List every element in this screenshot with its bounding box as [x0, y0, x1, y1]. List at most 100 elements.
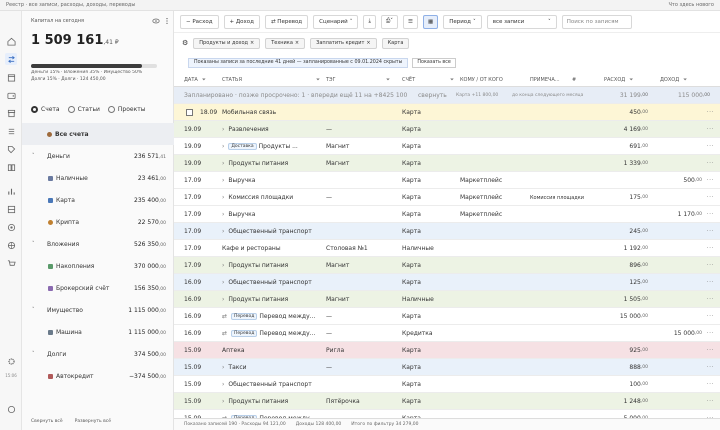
filter-settings-icon[interactable]: ⚙ — [182, 39, 188, 47]
expand-icon[interactable]: › — [222, 211, 224, 218]
table-row[interactable]: 15.09 Аптека Ригла Карта 925,00 ··· — [174, 342, 720, 359]
eye-icon[interactable] — [152, 17, 160, 25]
col-article[interactable]: СТАТЬЯ — [222, 73, 242, 87]
tag-icon[interactable] — [5, 143, 17, 155]
table-row[interactable]: 17.09 Кафе и рестораны Столовая №1 Наличные… — [174, 240, 720, 257]
radio-accounts[interactable]: Счета — [31, 106, 60, 113]
filter-chip-products[interactable]: Продукты и доход × — [193, 37, 261, 49]
row-menu-icon[interactable]: ··· — [707, 308, 714, 325]
table-row[interactable]: 16.09 ⇄ Перевод Перевод между... — Кредитка 15… — [174, 325, 720, 342]
row-menu-icon[interactable]: ··· — [707, 121, 714, 138]
planned-summary-row[interactable]: Запланировано · позже просрочено: 1 · вп… — [174, 87, 720, 104]
chevron-down-icon[interactable]: ˅ — [32, 351, 35, 357]
col-hash[interactable]: # — [572, 73, 576, 87]
sidebar-item-0[interactable]: Все счета — [22, 123, 174, 145]
table-row[interactable]: 19.09 › Развлечения — Карта 4 169,00 ··· — [174, 121, 720, 138]
scenario-button[interactable]: Сценарий ˅ — [313, 14, 359, 29]
list-view-icon[interactable]: ☰ — [403, 14, 418, 29]
expand-icon[interactable]: ⇄ — [222, 313, 227, 320]
download-icon[interactable]: ⤓ — [363, 14, 376, 29]
table-row[interactable]: 17.09 › Общественный транспорт Карта 245,00 ·… — [174, 223, 720, 240]
whats-new-link[interactable]: Что здесь нового — [669, 2, 715, 8]
expand-icon[interactable]: › — [222, 364, 224, 371]
list-icon[interactable] — [5, 125, 17, 137]
expand-icon[interactable]: › — [222, 126, 224, 133]
row-menu-icon[interactable]: ··· — [707, 138, 714, 155]
period-button[interactable]: Период ˅ — [443, 14, 482, 29]
col-article-filter[interactable]: ⏷ — [312, 73, 320, 87]
col-income[interactable]: ДОХОД ⏷ — [660, 73, 687, 87]
chevron-down-icon[interactable]: ˅ — [32, 241, 35, 247]
row-menu-icon[interactable]: ··· — [707, 359, 714, 376]
search-input[interactable]: Поиск по записям — [561, 14, 632, 29]
calendar-icon[interactable] — [5, 71, 17, 83]
filter-chip-card[interactable]: Карта — [381, 37, 410, 49]
add-expense-button[interactable]: − Расход — [180, 14, 219, 29]
radio-articles[interactable]: Статьи — [67, 106, 100, 113]
collapse-all-link[interactable]: Свернуть всё — [31, 419, 63, 424]
table-row[interactable]: 19.09 › Продукты питания Магнит Карта 1 339,0… — [174, 155, 720, 172]
transactions-icon[interactable] — [5, 53, 17, 65]
wallet-icon[interactable] — [5, 89, 17, 101]
row-menu-icon[interactable]: ··· — [707, 274, 714, 291]
target-icon[interactable] — [5, 221, 17, 233]
expand-icon[interactable]: ⇄ — [222, 330, 227, 337]
expand-icon[interactable]: › — [222, 177, 224, 184]
sidebar-item-11[interactable]: Автокредит −374 500,00 — [22, 365, 174, 387]
chevron-down-icon[interactable]: ˅ — [32, 153, 35, 159]
sidebar-item-9[interactable]: Машина 1 115 000,00 — [22, 321, 174, 343]
add-transfer-button[interactable]: ⇄ Перевод — [264, 14, 309, 29]
expand-icon[interactable]: › — [222, 296, 224, 303]
sidebar-item-7[interactable]: Брокерский счёт 156 350,00 — [22, 277, 174, 299]
table-row[interactable]: 16.09 › Продукты питания Магнит Наличные 1 50… — [174, 291, 720, 308]
expand-icon[interactable]: › — [222, 143, 224, 150]
col-tag-filter[interactable]: ⏷ — [382, 73, 390, 87]
book-icon[interactable] — [5, 161, 17, 173]
row-menu-icon[interactable]: ··· — [707, 257, 714, 274]
expand-icon[interactable]: › — [222, 160, 224, 167]
home-icon[interactable] — [5, 35, 17, 47]
col-account-filter[interactable]: ⏷ — [446, 73, 454, 87]
row-checkbox[interactable] — [186, 104, 193, 121]
cart-icon[interactable] — [5, 257, 17, 269]
sidebar-item-6[interactable]: Накопления 370 000,00 — [22, 255, 174, 277]
chevron-down-icon[interactable]: ˅ — [32, 307, 35, 313]
col-counterparty[interactable]: КОМУ / ОТ КОГО — [460, 73, 503, 87]
table-row[interactable]: 17.09 › Комиссия площадки — Карта Маркетплейс… — [174, 189, 720, 206]
row-menu-icon[interactable]: ··· — [707, 223, 714, 240]
globe-icon[interactable] — [5, 239, 17, 251]
chart-icon[interactable] — [5, 185, 17, 197]
sidebar-item-1[interactable]: ˅ Деньги 236 571,41 — [22, 145, 174, 167]
filter-chip-credit[interactable]: Заплатить кредит × — [310, 37, 377, 49]
expand-icon[interactable]: › — [222, 381, 224, 388]
row-menu-icon[interactable]: ··· — [707, 240, 714, 257]
expand-icon[interactable]: › — [222, 262, 224, 269]
archive-icon[interactable] — [5, 107, 17, 119]
row-menu-icon[interactable]: ··· — [707, 325, 714, 342]
expand-all-link[interactable]: Развернуть всё — [75, 419, 111, 424]
table-row[interactable]: 19.09 › Доставка Продукты ... Магнит Карта 691… — [174, 138, 720, 155]
table-row[interactable]: 15.09 › Общественный транспорт Карта 100,00 ·… — [174, 376, 720, 393]
table-row[interactable]: 17.09 › Выручка Карта Маркетплейс 500,00 ··· — [174, 172, 720, 189]
row-menu-icon[interactable]: ··· — [707, 342, 714, 359]
row-menu-icon[interactable]: ··· — [707, 189, 714, 206]
more-icon[interactable] — [163, 17, 171, 25]
col-tag[interactable]: ТЭГ — [326, 73, 336, 87]
row-menu-icon[interactable]: ··· — [707, 206, 714, 223]
table-row[interactable]: 15.09 › Такси — Карта 888,00 ··· — [174, 359, 720, 376]
table-row[interactable]: 17.09 › Выручка Карта Маркетплейс 1 170,00 ··· — [174, 206, 720, 223]
row-menu-icon[interactable]: ··· — [707, 172, 714, 189]
col-date[interactable]: ДАТА ⏷ — [184, 73, 206, 87]
settings-icon[interactable] — [5, 355, 17, 367]
col-account[interactable]: СЧЁТ — [402, 73, 415, 87]
show-all-button[interactable]: Показать все — [412, 57, 456, 68]
table-row[interactable]: 18.09 Мобильная связь Карта 450,00 ··· — [174, 104, 720, 121]
expand-icon[interactable]: › — [222, 279, 224, 286]
expand-icon[interactable]: › — [222, 228, 224, 235]
row-menu-icon[interactable]: ··· — [707, 104, 714, 121]
grid-view-icon[interactable]: ▦ — [422, 14, 439, 29]
table-row[interactable]: 16.09 ⇄ Перевод Перевод между... — Карта 15 00… — [174, 308, 720, 325]
table-row[interactable]: 17.09 › Продукты питания Магнит Карта 896,00 ·… — [174, 257, 720, 274]
print-icon[interactable]: ⎙˅ — [380, 14, 399, 29]
expand-icon[interactable]: › — [222, 398, 224, 405]
